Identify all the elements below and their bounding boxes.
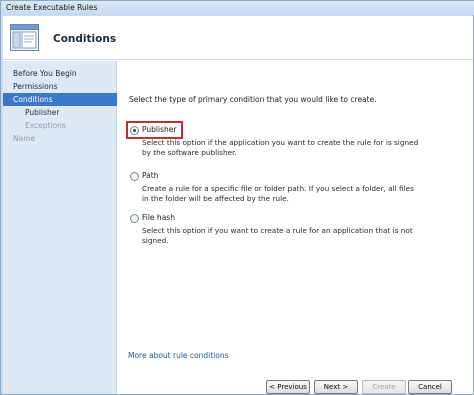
intro-text: Select the type of primary condition tha… bbox=[129, 95, 377, 104]
path-description: Create a rule for a specific file or fol… bbox=[142, 184, 414, 203]
nav-step-name: Name bbox=[13, 134, 36, 143]
path-radio[interactable] bbox=[130, 172, 139, 181]
file-hash-description: Select this option if you want to create… bbox=[142, 226, 413, 245]
next-button[interactable]: Next > bbox=[314, 380, 358, 394]
option-publisher: Publisher Select this option if the appl… bbox=[128, 125, 468, 158]
wizard-window: Create Executable Rules Conditions Befor… bbox=[0, 0, 474, 395]
create-button: Create bbox=[362, 380, 406, 394]
wizard-header: Conditions bbox=[3, 16, 473, 60]
option-file-hash: File hash Select this option if you want… bbox=[128, 213, 468, 246]
wizard-steps-nav: Before You Begin Permissions Conditions … bbox=[3, 61, 117, 394]
title-bar[interactable]: Create Executable Rules bbox=[1, 1, 474, 15]
file-hash-radio-label[interactable]: File hash bbox=[142, 213, 175, 222]
publisher-radio[interactable] bbox=[130, 126, 139, 135]
publisher-radio-label[interactable]: Publisher bbox=[142, 125, 176, 134]
more-about-rule-conditions-link[interactable]: More about rule conditions bbox=[128, 351, 229, 360]
cancel-button[interactable]: Cancel bbox=[408, 380, 452, 394]
nav-step-publisher[interactable]: Publisher bbox=[3, 106, 117, 119]
page-title: Conditions bbox=[53, 33, 117, 45]
nav-step-conditions[interactable]: Conditions bbox=[3, 93, 117, 106]
wizard-content: Select the type of primary condition tha… bbox=[118, 61, 473, 394]
wizard-button-bar: < Previous Next > Create Cancel bbox=[118, 380, 473, 394]
publisher-description: Select this option if the application yo… bbox=[142, 138, 419, 157]
nav-step-permissions[interactable]: Permissions bbox=[3, 80, 117, 93]
nav-step-exceptions: Exceptions bbox=[25, 121, 66, 130]
file-hash-radio[interactable] bbox=[130, 214, 139, 223]
window-title: Create Executable Rules bbox=[6, 3, 98, 12]
nav-step-before-you-begin[interactable]: Before You Begin bbox=[3, 67, 117, 80]
path-radio-label[interactable]: Path bbox=[142, 171, 158, 180]
option-path: Path Create a rule for a specific file o… bbox=[128, 171, 468, 204]
wizard-page-icon bbox=[10, 24, 39, 51]
wizard-client-area: Conditions Before You Begin Permissions … bbox=[3, 16, 473, 394]
previous-button[interactable]: < Previous bbox=[266, 380, 310, 394]
